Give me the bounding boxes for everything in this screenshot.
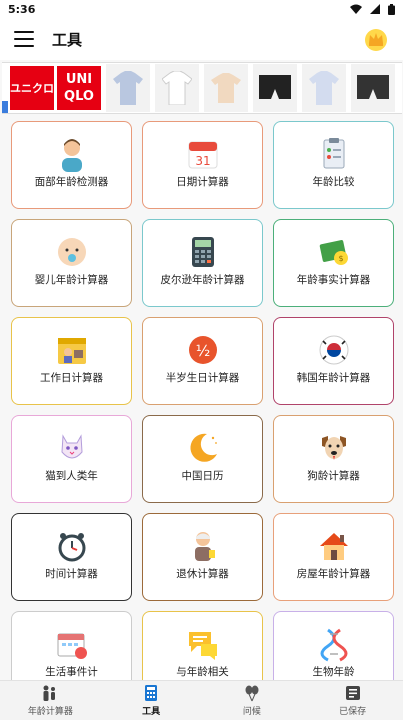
tool-card-label: 面部年龄检测器 (34, 176, 109, 188)
tool-card-time[interactable]: 时间计算器 (11, 513, 132, 601)
page-title: 工具 (52, 30, 83, 49)
tool-card-workday[interactable]: 工作日计算器 (11, 317, 132, 405)
ad-product-boxers-gray (351, 64, 395, 112)
tool-card-dog-age[interactable]: 狗龄计算器 (273, 415, 394, 503)
life-event-icon (57, 633, 87, 659)
tool-card-chinese-calendar[interactable]: 中国日历 (142, 415, 263, 503)
tool-card-baby[interactable]: 婴儿年龄计算器 (11, 219, 132, 307)
tool-card-label: 半岁生日计算器 (165, 372, 240, 384)
tool-card-label: 生物年龄 (312, 666, 355, 678)
premium-crown-icon[interactable] (363, 26, 389, 52)
tool-card-age-related[interactable]: 与年龄相关 (142, 611, 263, 680)
tool-card-life-events[interactable]: 生活事件计 (11, 611, 132, 680)
ad-product-shirt-white (155, 64, 199, 112)
calculator-nav-icon (145, 685, 158, 701)
tool-card-label: 生活事件计 (45, 666, 98, 678)
tool-card-date[interactable]: 31 日期计算器 (142, 121, 263, 209)
nav-label: 年龄计算器 (27, 707, 73, 717)
status-icons (350, 3, 395, 15)
tool-card-label: 中国日历 (181, 470, 224, 482)
tool-card-half-birthday[interactable]: ½ 半岁生日计算器 (142, 317, 263, 405)
tool-card-label: 工作日计算器 (40, 372, 103, 384)
tool-card-age-facts[interactable]: $ 年龄事实计算器 (273, 219, 394, 307)
dog-icon (321, 436, 346, 460)
uniqlo-logo-en: UNI QLO (57, 66, 101, 110)
tool-card-label: 退休计算器 (176, 568, 229, 580)
tool-card-label: 年龄比较 (312, 176, 355, 188)
svg-text:31: 31 (195, 154, 210, 168)
nav-saved[interactable]: 已保存 (302, 681, 403, 720)
tool-card-bio-age[interactable]: 生物年龄 (273, 611, 394, 680)
uniqlo-logo: ユニクロ UNI QLO (10, 66, 101, 110)
signal-icon (370, 4, 380, 14)
ad-product-shirt-blue (106, 64, 150, 112)
tool-card-face-age[interactable]: 面部年龄检测器 (11, 121, 132, 209)
app-bar: 工具 (0, 18, 403, 60)
calendar-icon: 31 (188, 141, 217, 169)
ad-product-tshirt-beige (204, 64, 248, 112)
chat-bubbles-icon (188, 632, 217, 660)
tool-card-cat-years[interactable]: 猫到人类年 (11, 415, 132, 503)
ad-product-boxers-black (253, 64, 297, 112)
nav-label: 问候 (242, 707, 261, 717)
family-icon (43, 685, 56, 701)
balloons-icon (245, 685, 259, 702)
nav-greetings[interactable]: 问候 (202, 681, 303, 720)
work-calendar-icon (57, 338, 86, 364)
tool-card-label: 时间计算器 (45, 568, 98, 580)
bottom-nav: 年龄计算器 工具 问候 已保存 (0, 680, 403, 720)
cat-icon (60, 434, 83, 459)
menu-icon[interactable] (14, 31, 34, 47)
clipboard-compare-icon (323, 138, 344, 169)
korea-flag-icon (319, 335, 348, 365)
tool-card-korean-age[interactable]: 韩国年龄计算器 (273, 317, 394, 405)
house-icon (319, 533, 348, 560)
status-bar: 5:36 (0, 0, 403, 18)
nav-tools[interactable]: 工具 (101, 681, 202, 720)
tool-card-label: 年龄事实计算器 (296, 274, 371, 286)
tool-card-compare[interactable]: 年龄比较 (273, 121, 394, 209)
ad-product-shirt-lightblue (302, 64, 346, 112)
tool-card-house-age[interactable]: 房屋年龄计算器 (273, 513, 394, 601)
nav-age-calculator[interactable]: 年龄计算器 (0, 681, 101, 720)
battery-icon (388, 3, 395, 15)
ad-banner[interactable]: ユニクロ UNI QLO (2, 62, 402, 114)
svg-text:$: $ (338, 254, 343, 263)
saved-list-icon (345, 686, 360, 700)
status-time: 5:36 (8, 2, 36, 16)
baby-icon (57, 238, 86, 266)
tool-card-label: 房屋年龄计算器 (296, 568, 371, 580)
tool-card-label: 日期计算器 (176, 176, 229, 188)
money-fact-icon: $ (319, 240, 348, 265)
tools-grid: 面部年龄检测器 31 日期计算器 年龄比较 婴儿年龄计算器 皮尔逊年龄计算器 $… (8, 118, 396, 680)
tool-card-label: 韩国年龄计算器 (296, 372, 371, 384)
tool-card-label: 婴儿年龄计算器 (34, 274, 109, 286)
uniqlo-logo-jp: ユニクロ (10, 66, 54, 110)
calculator-icon (191, 237, 214, 267)
wifi-icon (350, 4, 362, 14)
svg-text:½: ½ (195, 342, 210, 360)
tool-card-label: 猫到人类年 (45, 470, 98, 482)
tool-card-label: 皮尔逊年龄计算器 (160, 274, 245, 286)
alarm-clock-icon (58, 533, 85, 562)
half-birthday-icon: ½ (188, 336, 217, 364)
moon-icon (189, 433, 217, 462)
tool-card-label: 与年龄相关 (176, 666, 229, 678)
retiree-icon (194, 532, 215, 561)
face-scan-icon (61, 139, 82, 172)
tool-card-retirement[interactable]: 退休计算器 (142, 513, 263, 601)
tool-card-pearson[interactable]: 皮尔逊年龄计算器 (142, 219, 263, 307)
ad-info-icon[interactable] (2, 101, 8, 114)
nav-label: 已保存 (339, 707, 367, 717)
dna-icon (320, 628, 347, 662)
nav-label: 工具 (142, 707, 161, 717)
tool-card-label: 狗龄计算器 (307, 470, 360, 482)
